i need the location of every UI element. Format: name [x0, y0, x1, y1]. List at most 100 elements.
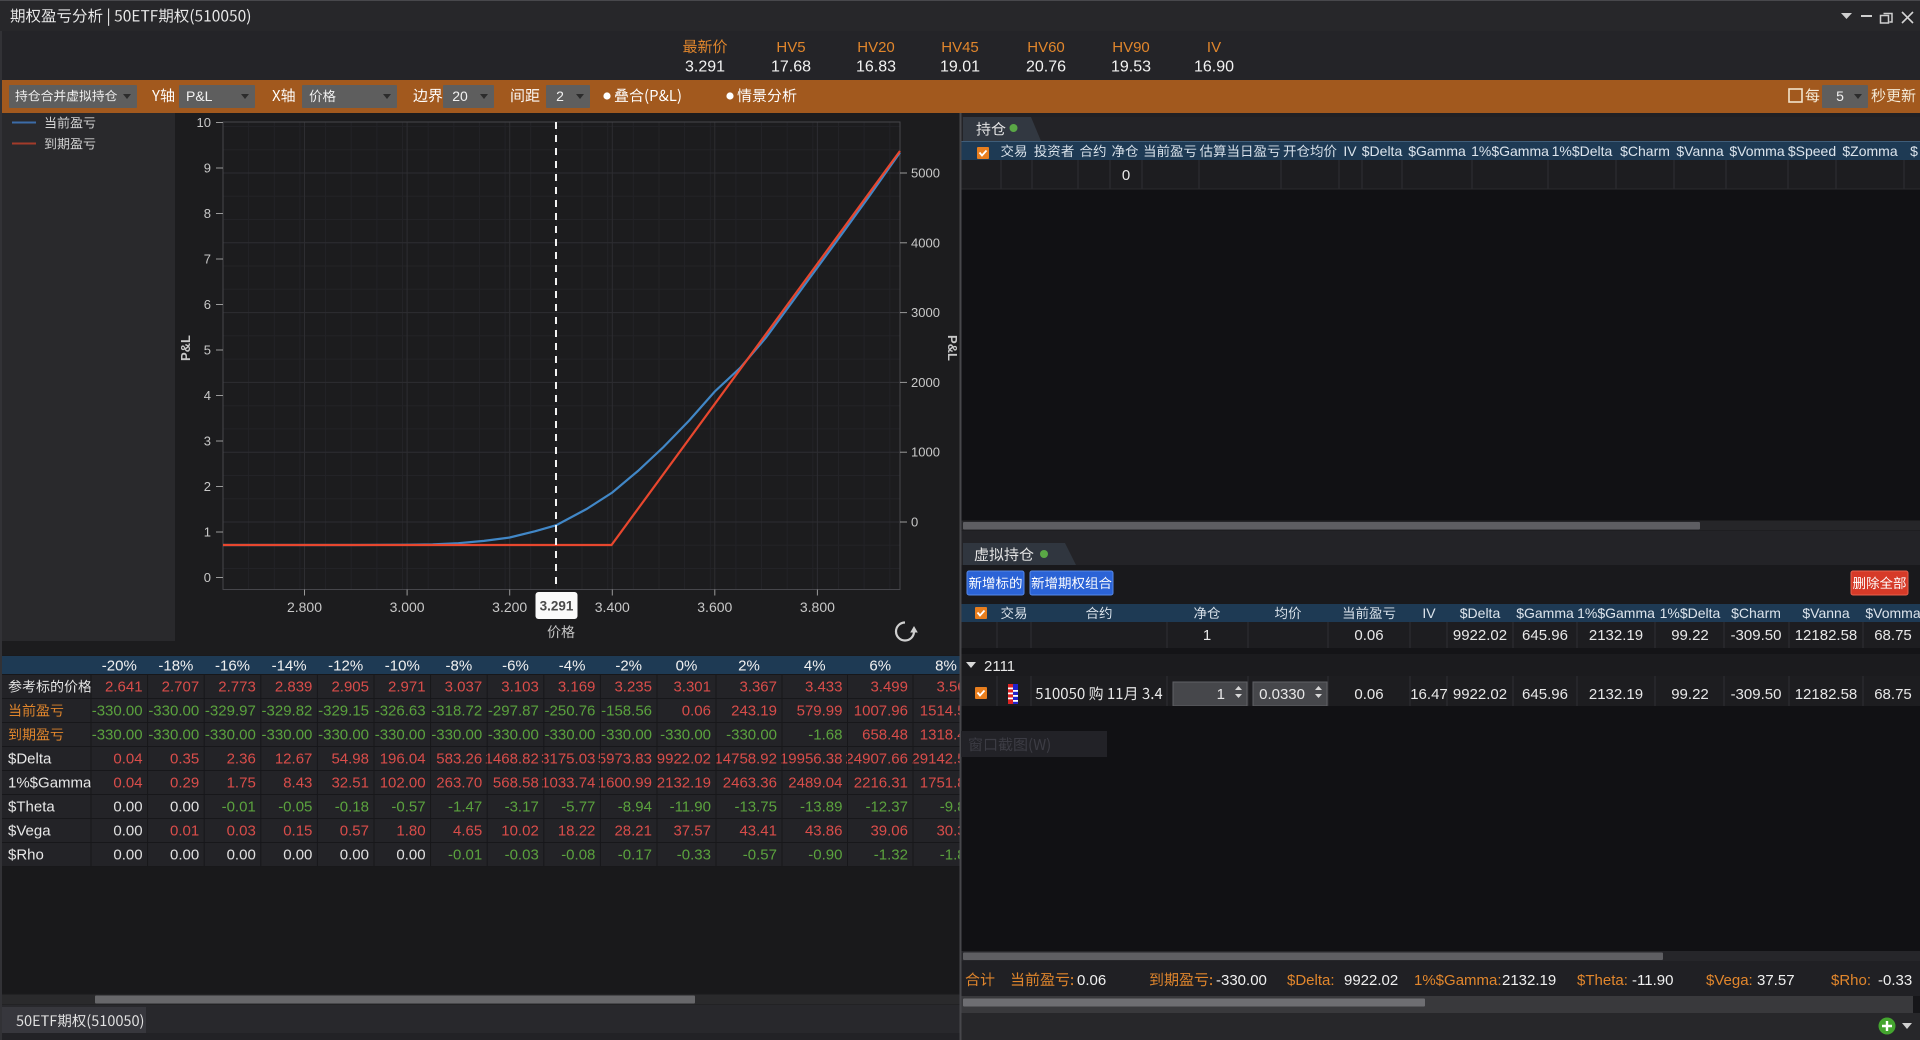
svg-text:4: 4: [204, 388, 211, 403]
svg-text:0.00: 0.00: [170, 799, 199, 816]
svg-text:HV45: HV45: [941, 39, 979, 56]
svg-text:20: 20: [452, 88, 468, 104]
svg-text:2216.31: 2216.31: [854, 775, 908, 792]
svg-text:583.26: 583.26: [436, 751, 482, 768]
svg-text:-18%: -18%: [158, 658, 193, 675]
svg-text:2463.36: 2463.36: [723, 775, 777, 792]
svg-text:-329.97: -329.97: [205, 703, 256, 720]
svg-text:3: 3: [204, 434, 211, 449]
svg-text:-8.94: -8.94: [618, 799, 652, 816]
svg-text:0.00: 0.00: [113, 823, 142, 840]
svg-text:3.367: 3.367: [739, 679, 777, 696]
svg-text:-0.90: -0.90: [808, 847, 842, 864]
svg-text:HV20: HV20: [857, 39, 895, 56]
svg-text:12182.58: 12182.58: [1795, 627, 1858, 644]
svg-text:$Rho: $Rho: [8, 847, 44, 864]
svg-text:-5.77: -5.77: [561, 799, 595, 816]
svg-text:$Delta: $Delta: [1460, 605, 1501, 621]
svg-text:3.000: 3.000: [390, 599, 425, 615]
svg-text:2.641: 2.641: [105, 679, 143, 696]
svg-text:2.707: 2.707: [162, 679, 200, 696]
svg-text:68.75: 68.75: [1874, 686, 1912, 703]
svg-text:-0.33: -0.33: [677, 847, 711, 864]
svg-text:$: $: [1910, 143, 1918, 159]
svg-text:3.600: 3.600: [697, 599, 732, 615]
svg-text:7: 7: [204, 252, 211, 267]
svg-text:0.00: 0.00: [113, 799, 142, 816]
svg-text:-330.00: -330.00: [545, 727, 596, 744]
svg-text:IV: IV: [1422, 605, 1436, 621]
svg-text:9922.02: 9922.02: [657, 751, 711, 768]
svg-text:-14%: -14%: [272, 658, 307, 675]
svg-text:645.96: 645.96: [1522, 627, 1568, 644]
svg-text:-6%: -6%: [502, 658, 529, 675]
svg-text:$Zomma: $Zomma: [1842, 143, 1897, 159]
svg-text:-330.00: -330.00: [92, 703, 143, 720]
svg-text:$Delta:: $Delta:: [1287, 972, 1335, 989]
svg-text:1000: 1000: [911, 445, 940, 460]
svg-text:0.00: 0.00: [283, 847, 312, 864]
svg-text:3.433: 3.433: [805, 679, 843, 696]
svg-text:-3.17: -3.17: [505, 799, 539, 816]
svg-text:16.47: 16.47: [1410, 686, 1448, 703]
svg-text:0%: 0%: [676, 658, 698, 675]
svg-text:1468.82: 1468.82: [485, 751, 539, 768]
svg-text:243.19: 243.19: [731, 703, 777, 720]
svg-text:1%$Gamma: 1%$Gamma: [1471, 143, 1549, 159]
svg-text:0.01: 0.01: [170, 823, 199, 840]
svg-text:2.773: 2.773: [218, 679, 256, 696]
svg-text:1033.74: 1033.74: [541, 775, 595, 792]
svg-text:102.00: 102.00: [380, 775, 426, 792]
svg-text:HV60: HV60: [1027, 39, 1065, 56]
svg-text:4.65: 4.65: [453, 823, 482, 840]
svg-text:$Speed: $Speed: [1788, 143, 1836, 159]
svg-text:4000: 4000: [911, 235, 940, 250]
svg-text:0: 0: [204, 570, 211, 585]
svg-text:68.75: 68.75: [1874, 627, 1912, 644]
svg-text:-329.15: -329.15: [318, 703, 369, 720]
svg-text:-0.01: -0.01: [448, 847, 482, 864]
svg-text:2111: 2111: [984, 658, 1015, 675]
svg-text:0.00: 0.00: [170, 847, 199, 864]
svg-text:1: 1: [204, 525, 211, 540]
svg-text:-297.87: -297.87: [488, 703, 539, 720]
svg-text:-329.82: -329.82: [262, 703, 313, 720]
svg-text:2132.19: 2132.19: [1589, 627, 1643, 644]
svg-text:5973.83: 5973.83: [598, 751, 652, 768]
svg-text:0.06: 0.06: [682, 703, 711, 720]
svg-text:2.905: 2.905: [331, 679, 369, 696]
svg-text:$Vega: $Vega: [8, 823, 51, 840]
svg-text:1: 1: [1217, 686, 1225, 703]
svg-text:658.48: 658.48: [862, 727, 908, 744]
svg-text:2489.04: 2489.04: [788, 775, 842, 792]
svg-text:P&L: P&L: [186, 88, 213, 104]
svg-text:2: 2: [556, 88, 564, 104]
svg-text:P&L: P&L: [178, 335, 193, 361]
svg-text:196.04: 196.04: [380, 751, 426, 768]
svg-text:0.57: 0.57: [340, 823, 369, 840]
svg-text:$Theta: $Theta: [8, 799, 55, 816]
svg-text:P&L: P&L: [945, 335, 960, 361]
svg-text:-330.00: -330.00: [726, 727, 777, 744]
svg-text:2: 2: [204, 479, 211, 494]
svg-text:43.41: 43.41: [739, 823, 777, 840]
svg-text:39.06: 39.06: [870, 823, 908, 840]
svg-text:1007.96: 1007.96: [854, 703, 908, 720]
svg-text:-330.00: -330.00: [148, 703, 199, 720]
svg-text:0.03: 0.03: [227, 823, 256, 840]
svg-text:0.00: 0.00: [227, 847, 256, 864]
svg-text:0.04: 0.04: [113, 775, 142, 792]
svg-text:5000: 5000: [911, 166, 940, 181]
svg-text:-0.01: -0.01: [222, 799, 256, 816]
svg-text:-330.00: -330.00: [488, 727, 539, 744]
svg-text:10: 10: [197, 115, 211, 130]
svg-text:2.971: 2.971: [388, 679, 426, 696]
svg-text:1600.99: 1600.99: [598, 775, 652, 792]
svg-text:-0.57: -0.57: [391, 799, 425, 816]
svg-text:-10%: -10%: [385, 658, 420, 675]
svg-text:0.0330: 0.0330: [1259, 686, 1305, 703]
svg-text:9922.02: 9922.02: [1453, 686, 1507, 703]
svg-text:37.57: 37.57: [1757, 972, 1795, 989]
svg-text:3.169: 3.169: [558, 679, 596, 696]
svg-text:3.499: 3.499: [870, 679, 908, 696]
